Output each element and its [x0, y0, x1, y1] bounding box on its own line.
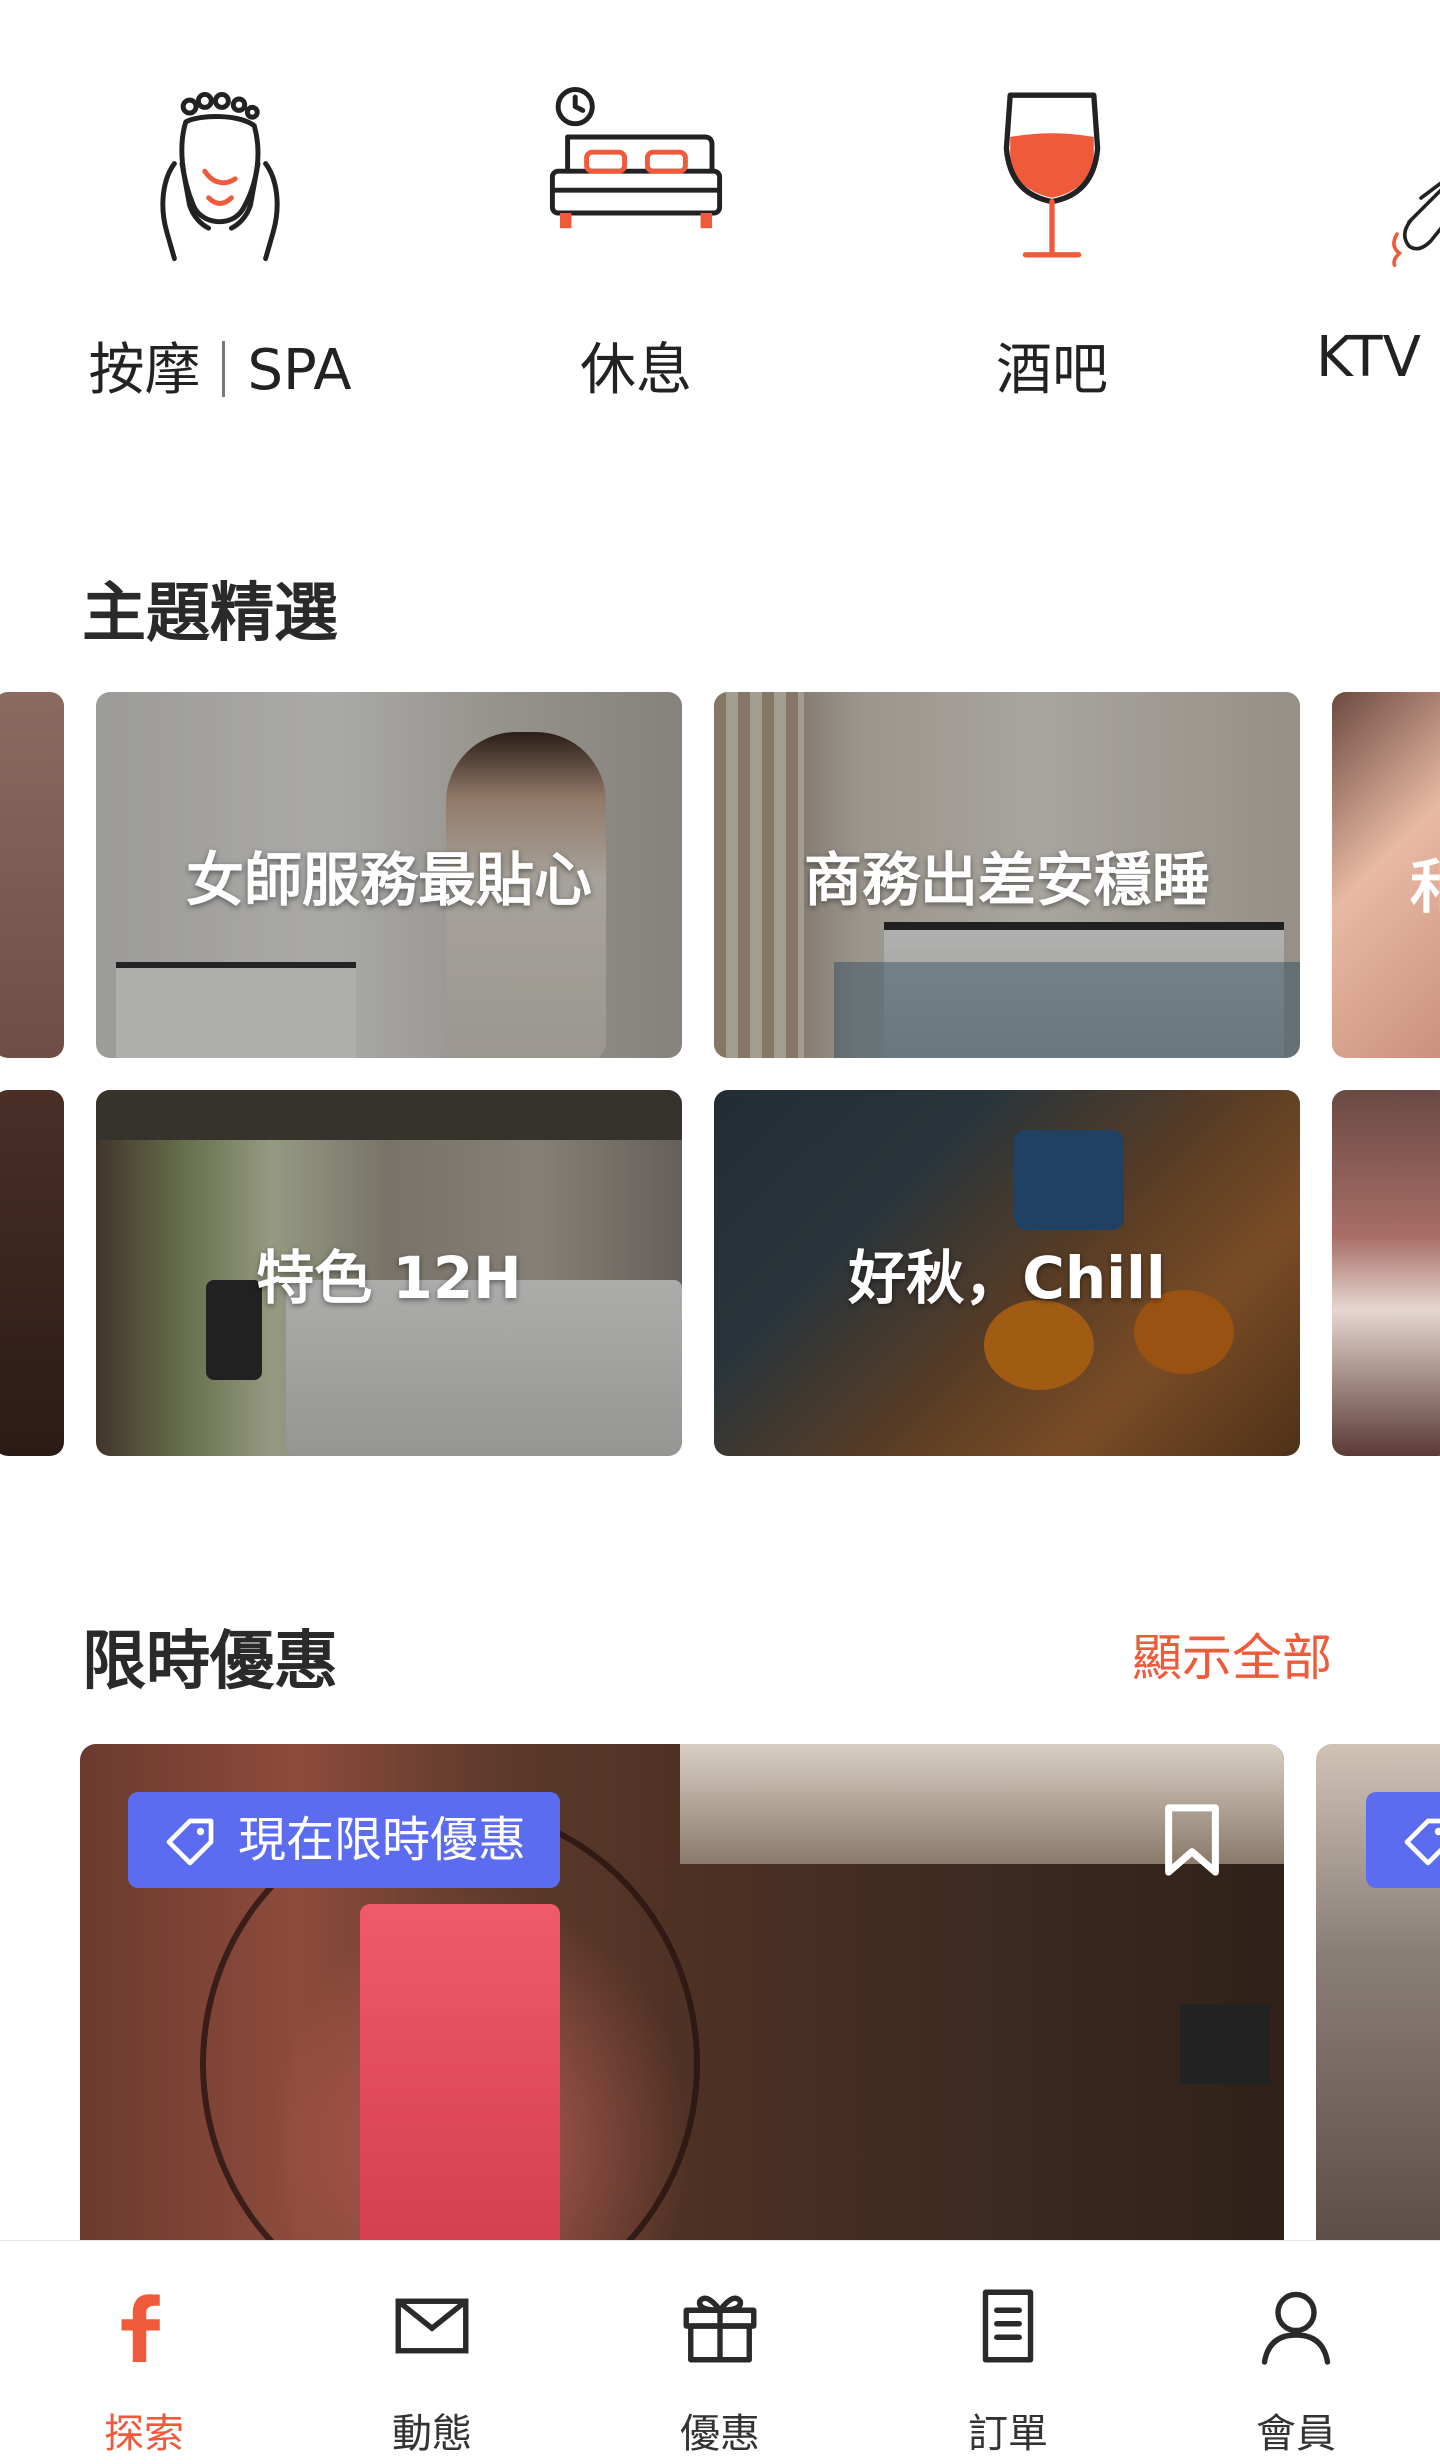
badge-label: 現在限時優惠 — [238, 1812, 527, 1868]
limited-time-badge: 現在限時優惠 — [128, 1792, 561, 1888]
category-label: 休息 — [580, 338, 692, 403]
category-label-secondary: SPA — [247, 338, 352, 403]
nav-offers[interactable]: 優惠 — [576, 2241, 864, 2464]
bed-clock-icon — [549, 87, 723, 229]
nav-label: 優惠 — [680, 2411, 760, 2457]
category-ktv[interactable]: KTV — [1290, 70, 1440, 410]
theme-card-caption: 女師服務最貼心 — [185, 846, 592, 914]
nav-member[interactable]: 會員 — [1152, 2241, 1440, 2464]
nav-orders[interactable]: 訂單 — [864, 2241, 1152, 2464]
deal-card[interactable]: 現在限時優惠 — [80, 1744, 1284, 2264]
theme-card[interactable]: 商務出差安穩睡 — [714, 692, 1300, 1058]
divider — [222, 341, 226, 397]
theme-card-peek-right[interactable]: 和 — [1332, 692, 1440, 1058]
wine-glass-icon — [1003, 92, 1101, 258]
theme-card-peek-left[interactable] — [0, 1090, 64, 1456]
nav-label: 探索 — [104, 2411, 184, 2457]
microphone-icon — [1392, 181, 1440, 267]
category-row: 按摩 SPA 休息 酒吧 KTV — [0, 0, 1440, 430]
gift-icon — [683, 2295, 757, 2363]
theme-card-peek-left[interactable] — [0, 692, 64, 1058]
limited-time-badge — [1366, 1792, 1440, 1888]
document-icon — [982, 2289, 1034, 2363]
nav-activity[interactable]: 動態 — [288, 2241, 576, 2464]
category-label: KTV — [1316, 325, 1421, 390]
theme-card-caption: 好秋，Chill — [848, 1244, 1166, 1312]
nav-label: 動態 — [392, 2411, 472, 2457]
theme-card-caption: 商務出差安穩睡 — [803, 846, 1210, 914]
tag-icon — [1404, 1818, 1440, 1866]
category-label: 酒吧 — [996, 338, 1108, 403]
foot-massage-icon — [160, 91, 280, 262]
category-label: 按摩 — [88, 338, 201, 403]
person-icon — [1261, 2291, 1331, 2365]
nav-explore[interactable]: 探索 — [0, 2241, 288, 2464]
tag-icon — [166, 1818, 214, 1866]
theme-card[interactable]: 好秋，Chill — [714, 1090, 1300, 1456]
section-title-themes: 主題精選 — [82, 577, 338, 651]
photo-tv — [1180, 2004, 1270, 2084]
nav-label: 訂單 — [968, 2411, 1048, 2457]
section-title-deals: 限時優惠 — [82, 1625, 338, 1699]
nav-label: 會員 — [1256, 2411, 1336, 2457]
bottom-nav: 探索 動態 優惠 訂單 會員 — [0, 2240, 1440, 2464]
theme-card[interactable]: 特色 12H — [96, 1090, 682, 1456]
theme-card[interactable]: 女師服務最貼心 — [96, 692, 682, 1058]
theme-card-caption: 特色 12H — [256, 1244, 522, 1312]
brand-f-icon — [121, 2294, 160, 2362]
category-massage-spa[interactable]: 按摩 SPA — [70, 70, 370, 410]
theme-card-caption: 和 — [1410, 853, 1440, 921]
theme-card-peek-right[interactable] — [1332, 1090, 1440, 1456]
show-all-link[interactable]: 顯示全部 — [1132, 1618, 1332, 1690]
deal-card-peek[interactable] — [1316, 1744, 1440, 2264]
category-rest[interactable]: 休息 — [486, 70, 786, 410]
bookmark-icon[interactable] — [1162, 1802, 1222, 1878]
category-bar[interactable]: 酒吧 — [902, 70, 1202, 410]
mail-icon — [395, 2298, 469, 2354]
